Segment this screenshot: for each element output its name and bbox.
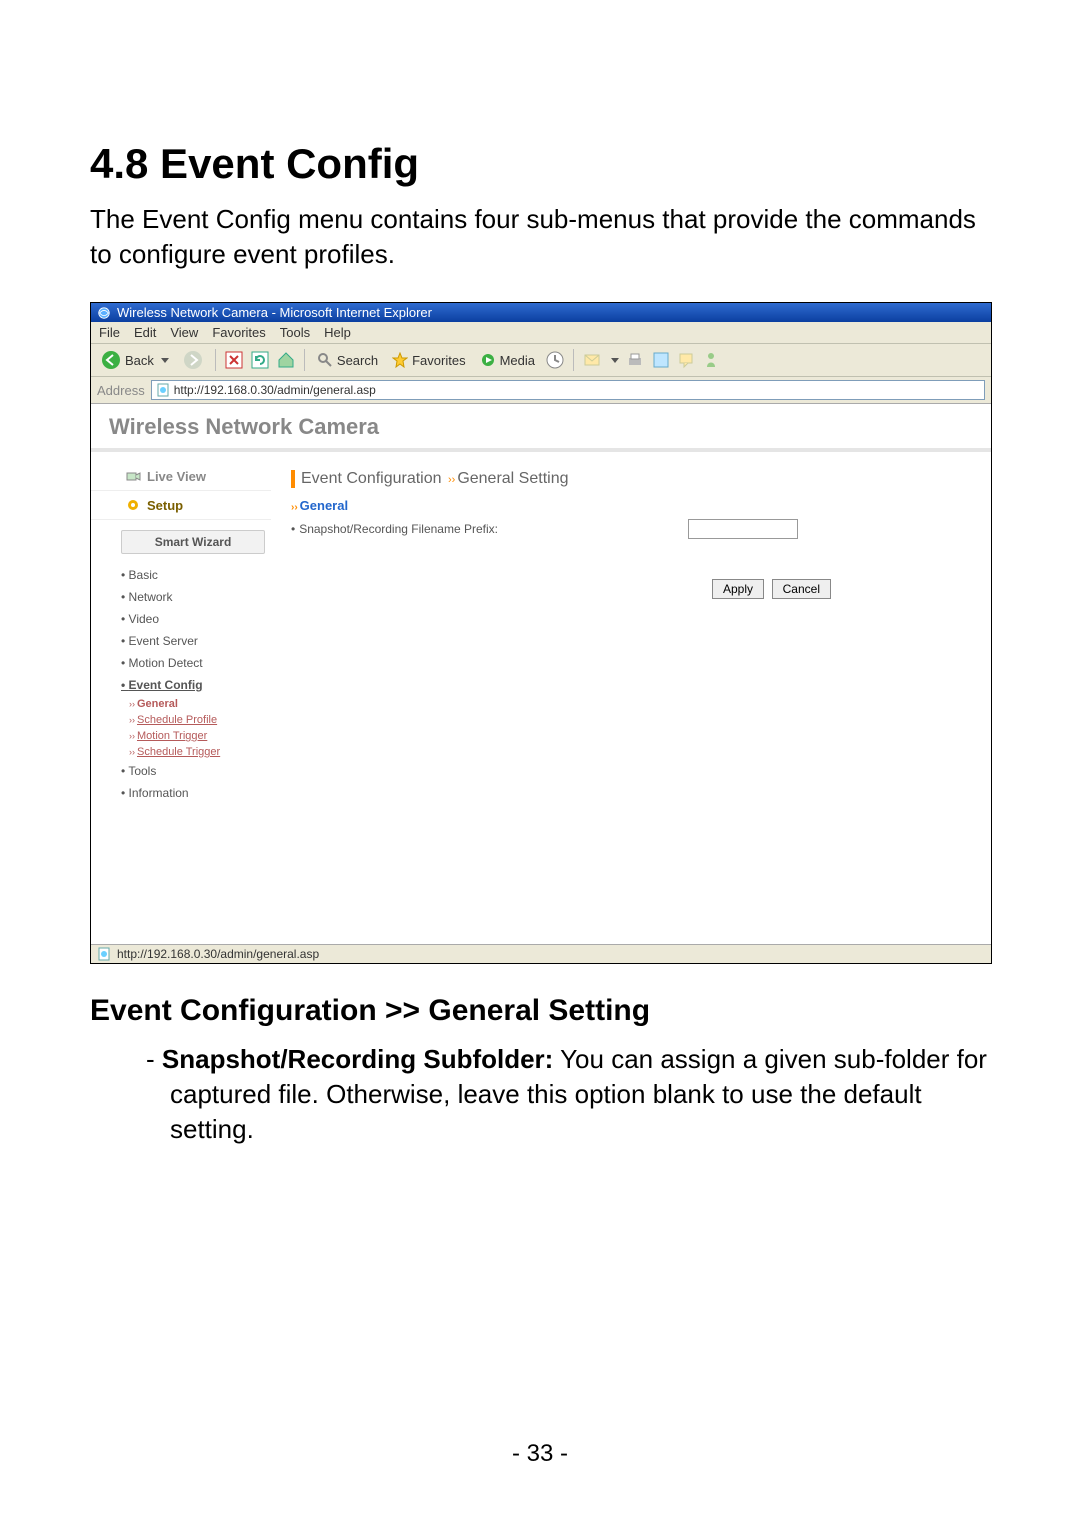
sidebar: Live View Setup Smart Wizard • Basic • N… (91, 452, 271, 830)
crumb-b: General Setting (457, 470, 568, 487)
page-content: Wireless Network Camera Live View Setup (91, 404, 991, 944)
print-icon[interactable] (625, 350, 645, 370)
chevron-right-icon: ›› (448, 474, 455, 486)
ie-logo-icon (97, 306, 111, 320)
search-button[interactable]: Search (313, 350, 382, 370)
sidebar-tab-live-view[interactable]: Live View (91, 462, 271, 491)
section-heading: 4.8 Event Config (90, 140, 990, 188)
crumb-a: Event Configuration (301, 470, 446, 487)
page-icon (97, 947, 111, 961)
nav-video[interactable]: • Video (121, 608, 265, 630)
breadcrumb: Event Configuration ››General Setting (291, 470, 971, 488)
brand-title: Wireless Network Camera (91, 404, 991, 452)
refresh-icon[interactable] (250, 350, 270, 370)
address-url-text: http://192.168.0.30/admin/general.asp (174, 383, 376, 397)
page-number: - 33 - (0, 1440, 1080, 1468)
media-button[interactable]: Media (476, 350, 539, 370)
chevron-right-icon: ›› (291, 502, 298, 513)
status-url: http://192.168.0.30/admin/general.asp (117, 947, 319, 961)
subnav-schedule-trigger[interactable]: ››Schedule Trigger (129, 744, 265, 760)
edit-icon[interactable] (651, 350, 671, 370)
address-bar: Address http://192.168.0.30/admin/genera… (91, 377, 991, 404)
window-title: Wireless Network Camera - Microsoft Inte… (117, 305, 432, 320)
address-label: Address (97, 383, 145, 398)
event-config-subnav: ››General ››Schedule Profile ››Motion Tr… (129, 696, 265, 760)
menu-file[interactable]: File (99, 325, 120, 340)
menu-tools[interactable]: Tools (280, 325, 310, 340)
menu-edit[interactable]: Edit (134, 325, 156, 340)
back-icon (101, 350, 121, 370)
sidebar-tab-label: Setup (147, 498, 183, 513)
subsection-heading: Event Configuration >> General Setting (90, 994, 990, 1028)
page-icon (156, 383, 170, 397)
discuss-icon[interactable] (677, 350, 697, 370)
bullet-paragraph: - Snapshot/Recording Subfolder: You can … (90, 1042, 990, 1147)
chevron-down-icon (161, 358, 169, 363)
sidebar-tab-label: Live View (147, 469, 206, 484)
main-panel: Event Configuration ››General Setting ››… (271, 452, 991, 830)
favorites-button[interactable]: Favorites (388, 350, 469, 370)
home-icon[interactable] (276, 350, 296, 370)
toolbar-separator (304, 349, 305, 371)
favorites-label: Favorites (412, 353, 465, 368)
toolbar-separator (573, 349, 574, 371)
apply-button[interactable]: Apply (712, 579, 764, 599)
back-button[interactable]: Back (97, 348, 173, 372)
intro-paragraph: The Event Config menu contains four sub-… (90, 202, 990, 272)
browser-window: Wireless Network Camera - Microsoft Inte… (90, 302, 992, 964)
back-label: Back (125, 353, 154, 368)
media-icon (480, 352, 496, 368)
sidebar-tab-setup[interactable]: Setup (91, 491, 271, 520)
menu-favorites[interactable]: Favorites (212, 325, 265, 340)
address-input[interactable]: http://192.168.0.30/admin/general.asp (151, 380, 985, 400)
subnav-schedule-profile[interactable]: ››Schedule Profile (129, 712, 265, 728)
gear-icon (125, 497, 141, 513)
subnav-general[interactable]: ››General (129, 696, 265, 712)
stop-icon[interactable] (224, 350, 244, 370)
forward-icon (183, 350, 203, 370)
nav-motion-detect[interactable]: • Motion Detect (121, 652, 265, 674)
forward-button[interactable] (179, 348, 207, 372)
filename-prefix-input[interactable] (688, 519, 798, 539)
toolbar: Back Search (91, 344, 991, 377)
subnav-motion-trigger[interactable]: ››Motion Trigger (129, 728, 265, 744)
search-icon (317, 352, 333, 368)
chevron-down-icon (611, 358, 619, 363)
camera-icon (125, 468, 141, 484)
nav-event-server[interactable]: • Event Server (121, 630, 265, 652)
menu-bar: File Edit View Favorites Tools Help (91, 322, 991, 344)
nav-information[interactable]: • Information (121, 782, 265, 804)
menu-view[interactable]: View (170, 325, 198, 340)
status-bar: http://192.168.0.30/admin/general.asp (91, 944, 991, 963)
nav-network[interactable]: • Network (121, 586, 265, 608)
star-icon (392, 352, 408, 368)
filename-prefix-row: Snapshot/Recording Filename Prefix: (291, 519, 971, 539)
bullet-label: Snapshot/Recording Subfolder: (162, 1044, 553, 1074)
nav-event-config[interactable]: • Event Config (121, 674, 265, 696)
nav-tools[interactable]: • Tools (121, 760, 265, 782)
smart-wizard-button[interactable]: Smart Wizard (121, 530, 265, 554)
menu-help[interactable]: Help (324, 325, 351, 340)
nav-basic[interactable]: • Basic (121, 564, 265, 586)
media-label: Media (500, 353, 535, 368)
toolbar-separator (215, 349, 216, 371)
window-titlebar: Wireless Network Camera - Microsoft Inte… (91, 303, 991, 322)
messenger-icon[interactable] (703, 350, 723, 370)
history-icon[interactable] (545, 350, 565, 370)
search-label: Search (337, 353, 378, 368)
cancel-button[interactable]: Cancel (772, 579, 831, 599)
mail-icon[interactable] (582, 350, 602, 370)
button-row: Apply Cancel (291, 579, 971, 599)
section-header: ››General (291, 498, 971, 513)
filename-prefix-label: Snapshot/Recording Filename Prefix: (291, 522, 498, 536)
